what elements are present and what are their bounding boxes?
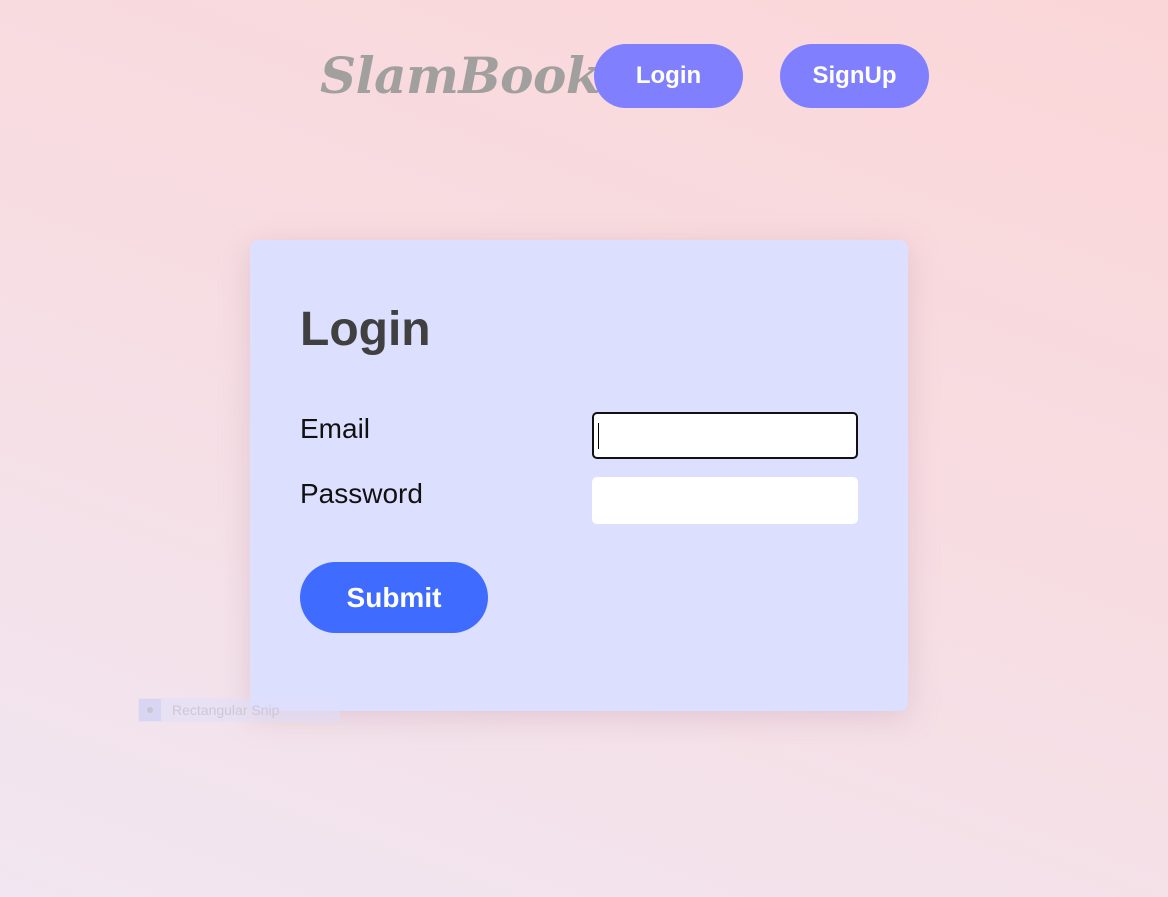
email-input[interactable]: [592, 412, 858, 459]
snip-tooltip: Rectangular Snip: [138, 698, 340, 722]
login-card: Login Email Password Submit: [250, 240, 908, 711]
nav-login-button[interactable]: Login: [594, 44, 743, 108]
password-label: Password: [300, 478, 423, 509]
brand-logo: SlamBook: [320, 46, 601, 105]
text-caret: [598, 423, 599, 449]
submit-button[interactable]: Submit: [300, 562, 488, 633]
site-header: SlamBook Login SignUp: [0, 0, 1168, 150]
nav-signup-button[interactable]: SignUp: [780, 44, 929, 108]
email-label: Email: [300, 413, 371, 444]
snip-icon: [139, 699, 161, 721]
snip-tooltip-label: Rectangular Snip: [172, 702, 280, 718]
password-input[interactable]: [592, 477, 858, 524]
login-title: Login: [300, 303, 431, 356]
